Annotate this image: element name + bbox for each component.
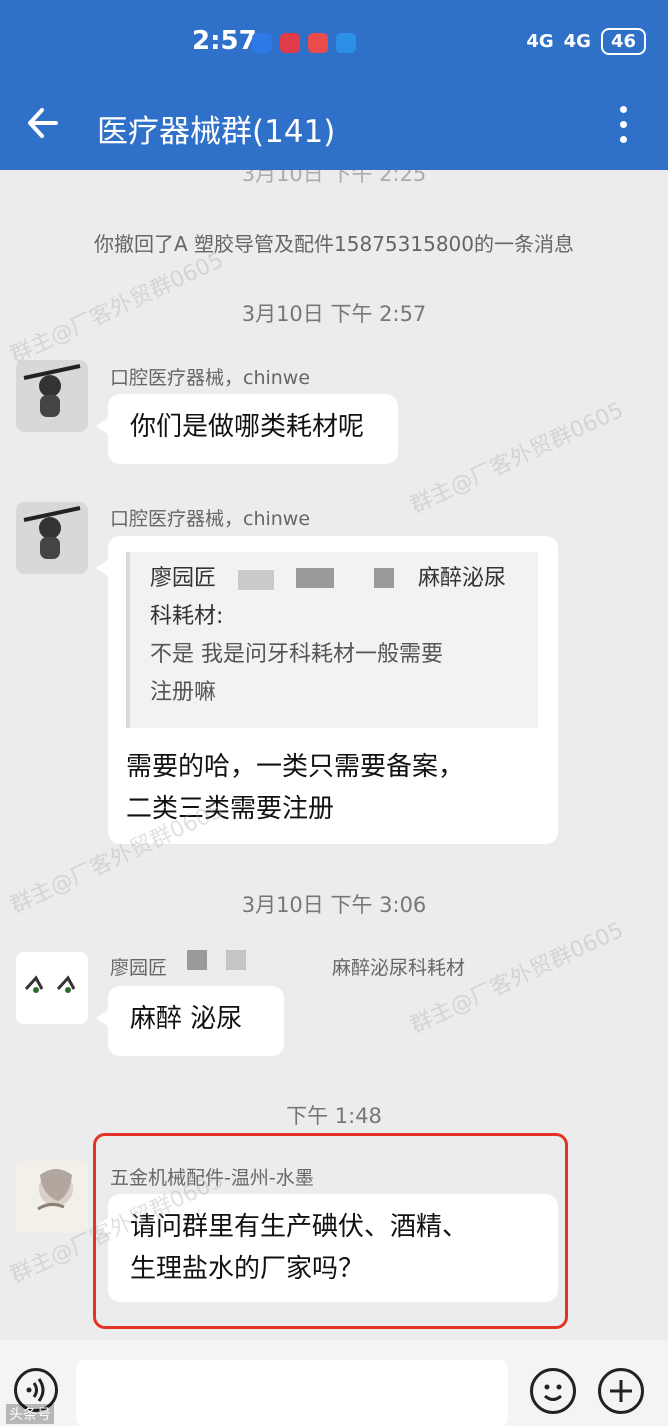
- battery-indicator: 46: [600, 28, 646, 55]
- message-bubble[interactable]: 廖园匠 麻醉泌尿 科耗材: 不是 我是问牙科耗材一般需要 注册嘛 需要的哈，一类…: [96, 536, 558, 844]
- app-header: 2:57 4G 4G 46 医疗器械群(141): [0, 0, 668, 170]
- redaction-mosaic: [374, 568, 394, 588]
- message-bubble[interactable]: 麻醉 泌尿: [96, 986, 284, 1056]
- redaction-mosaic: [238, 570, 274, 590]
- highlight-box: [93, 1133, 568, 1329]
- sender-name-start: 廖园匠: [110, 957, 168, 979]
- avatar[interactable]: [16, 360, 88, 432]
- back-arrow-icon[interactable]: [22, 102, 64, 144]
- timestamp: 3月10日 下午 3:06: [241, 893, 427, 917]
- message-text: 需要的哈，一类只需要备案，: [126, 752, 465, 782]
- message-input[interactable]: [76, 1360, 508, 1426]
- redaction-mosaic: [187, 950, 207, 970]
- network-label: 4G: [526, 31, 554, 52]
- plus-icon[interactable]: [598, 1368, 644, 1414]
- avatar[interactable]: [16, 1161, 88, 1233]
- input-bar: [0, 1340, 668, 1426]
- message-text: 你们是做哪类耗材呢: [130, 412, 365, 442]
- status-indicators: 4G 4G 46: [526, 28, 646, 55]
- corner-watermark: 头条号: [6, 1404, 54, 1424]
- quoted-message[interactable]: 廖园匠 麻醉泌尿 科耗材: 不是 我是问牙科耗材一般需要 注册嘛: [126, 552, 538, 728]
- emoji-icon[interactable]: [530, 1368, 576, 1414]
- more-vertical-icon[interactable]: [608, 106, 638, 146]
- status-time: 2:57: [192, 26, 257, 56]
- quoted-text: 不是 我是问牙科耗材一般需要: [150, 642, 443, 667]
- status-app-icons: [252, 33, 356, 53]
- message-bubble[interactable]: 你们是做哪类耗材呢: [96, 394, 398, 464]
- redaction-mosaic: [226, 950, 246, 970]
- app-icon: [308, 33, 328, 53]
- avatar[interactable]: [16, 952, 88, 1024]
- watermark: 群主@厂客外贸群0605: [406, 397, 628, 519]
- redaction-mosaic: [296, 568, 334, 588]
- sender-name: 廖园匠: [110, 953, 167, 980]
- sender-name: 口腔医疗器械，chinwe: [110, 367, 311, 389]
- quoted-sender-end: 麻醉泌尿: [418, 566, 507, 591]
- app-icon: [252, 33, 272, 53]
- timestamp: 下午 1:48: [286, 1104, 382, 1128]
- app-icon: [336, 33, 356, 53]
- avatar[interactable]: [16, 502, 88, 574]
- chat-title: 医疗器械群(141): [97, 114, 336, 150]
- quoted-sender-start: 廖园匠: [150, 566, 217, 591]
- network-label-2: 4G: [563, 31, 591, 52]
- message-text: 麻醉 泌尿: [130, 1004, 243, 1034]
- quoted-sender-line2: 科耗材:: [150, 604, 224, 629]
- sender-name-end: 麻醉泌尿科耗材: [332, 957, 466, 979]
- timestamp: 3月10日 下午 2:25: [241, 170, 427, 186]
- app-icon: [280, 33, 300, 53]
- quoted-text: 注册嘛: [150, 680, 217, 705]
- sender-name: 口腔医疗器械，chinwe: [110, 508, 311, 530]
- system-message: 你撤回了A 塑胶导管及配件15875315800的一条消息: [93, 232, 574, 256]
